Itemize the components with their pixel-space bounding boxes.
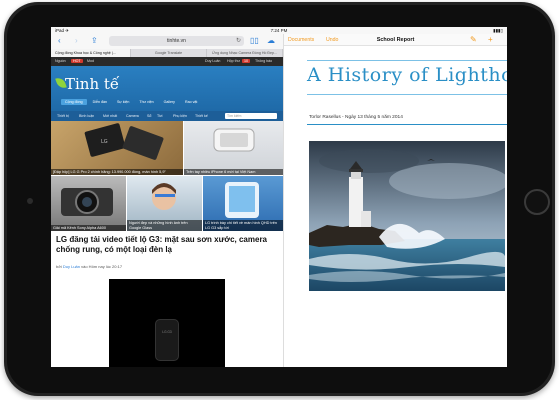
home-button[interactable] [524, 189, 550, 215]
camera-image [61, 188, 113, 216]
featured-item[interactable]: LG trình bày chi tiết về màn hình QHD tr… [203, 176, 283, 231]
forward-icon[interactable]: › [75, 37, 78, 45]
nav-item[interactable]: Rao vặt [181, 99, 201, 105]
safari-toolbar: ‹ › ⇪ tinhte.vn ↻ ▯▯ ☁ [51, 34, 283, 49]
article-byline: bởi Duy Luân vào Hôm nay lúc 20:17 [56, 264, 122, 269]
article-headline[interactable]: LG đăng tải video tiết lộ G3: mặt sau sơ… [56, 235, 278, 255]
cloud-tabs-icon[interactable]: ☁ [267, 37, 275, 45]
site-search-input[interactable]: Tìm kiếm [225, 113, 277, 119]
watch-image: LG G3 [155, 319, 179, 361]
hot-badge: HOT [71, 59, 83, 63]
pages-pane: Documents Undo School Report ✎ + A Histo… [284, 34, 507, 367]
nav-item[interactable]: Gallery [160, 99, 179, 105]
byline-prefix: bởi [56, 264, 62, 269]
topbar-source[interactable]: Nguồn [55, 59, 66, 63]
safari-tab-bar: Cộng đồng Khoa học & Công nghệ |... Goog… [51, 49, 283, 57]
reload-icon[interactable]: ↻ [236, 36, 241, 46]
featured-item[interactable]: LG [Đập hộp] LG G Pro 2 chính hãng: 13.9… [51, 121, 183, 175]
add-icon[interactable]: + [488, 35, 493, 44]
lighthouse-photo [309, 141, 505, 291]
svg-text:LG: LG [101, 139, 108, 145]
featured-caption: Giải mã Kênh Sony Alpha A600 [51, 224, 126, 231]
featured-item[interactable]: Giải mã Kênh Sony Alpha A600 [51, 176, 126, 231]
author-rule [307, 124, 507, 125]
subnav-item[interactable]: Thiết kế [195, 114, 208, 118]
topbar-mod[interactable]: Mod [87, 59, 94, 63]
site-subnav: Thiết bị Bình luận Mới nhất Camera Sổ Ti… [51, 111, 283, 121]
nav-item[interactable]: Diễn đàn [89, 99, 111, 105]
site-header: Tinh tế Cộng đồng Diễn đàn Sự kiện Thư v… [51, 66, 283, 111]
watch-text: LG G3 [162, 330, 172, 334]
nav-item[interactable]: Sự kiện [113, 99, 133, 105]
url-text: tinhte.vn [167, 38, 186, 44]
url-field[interactable]: tinhte.vn ↻ [109, 36, 244, 46]
featured-grid: LG [Đập hộp] LG G Pro 2 chính hãng: 13.9… [51, 121, 283, 231]
subnav-item[interactable]: Sổ [147, 114, 151, 118]
featured-item[interactable]: Người đẹp và những hình ảnh trên Google … [127, 176, 202, 231]
status-time: 7:24 PM [270, 28, 288, 33]
site-nav: Cộng đồng Diễn đàn Sự kiện Thư viện Gall… [61, 99, 201, 105]
subnav-item[interactable]: Phụ kiện [173, 114, 187, 118]
site-logo[interactable]: Tinh tế [65, 75, 119, 93]
topbar-notify[interactable]: Thông báo [255, 59, 272, 63]
byline-suffix: vào Hôm nay lúc 20:17 [81, 264, 123, 269]
iphone-image [213, 128, 255, 152]
back-icon[interactable]: ‹ [58, 37, 61, 45]
featured-caption: LG trình bày chi tiết về màn hình QHD tr… [203, 220, 283, 231]
tools-icon[interactable]: ✎ [470, 35, 477, 44]
nav-item[interactable]: Cộng đồng [61, 99, 87, 105]
topbar-user[interactable]: Duy Luân [205, 59, 220, 63]
title-rule-top [307, 60, 507, 61]
safari-pane: ‹ › ⇪ tinhte.vn ↻ ▯▯ ☁ Cộng đồng Khoa họ… [51, 34, 284, 367]
featured-item[interactable]: Trên tay nhiều iPhone 6 mới tại Việt Nam [184, 121, 283, 175]
front-camera [27, 198, 33, 204]
lg-box-image: LG [84, 123, 164, 160]
featured-caption: [Đập hộp] LG G Pro 2 chính hãng: 13.990.… [51, 168, 183, 175]
title-rule-bottom [307, 94, 507, 95]
featured-caption: Người đẹp và những hình ảnh trên Google … [127, 220, 202, 231]
share-icon[interactable]: ⇪ [91, 37, 98, 45]
byline-author[interactable]: Duy Luân [63, 264, 80, 269]
nav-item[interactable]: Thư viện [135, 99, 157, 105]
topbar-inbox[interactable]: Hộp thư [227, 59, 240, 63]
subnav-item[interactable]: Thiết bị [57, 114, 69, 118]
tab-google-translate[interactable]: Google Translate [131, 49, 207, 57]
subnav-item[interactable]: Mới nhất [103, 114, 117, 118]
tab-tinhte[interactable]: Cộng đồng Khoa học & Công nghệ |... [51, 49, 131, 57]
article-video[interactable]: LG G3 [109, 279, 225, 367]
pages-toolbar: Documents Undo School Report ✎ + [284, 34, 507, 46]
document-title[interactable]: A History of Lighthouses [307, 64, 507, 86]
subnav-item[interactable]: Bình luận [79, 114, 94, 118]
site-top-bar: Nguồn HOT Mod Duy Luân Hộp thư 10 Thông … [51, 57, 283, 66]
lighthouse-image[interactable] [309, 141, 505, 291]
document-author-line[interactable]: Torlor Rasellus - Ngày 13 tháng 5 năm 20… [309, 115, 403, 120]
subnav-item[interactable]: Tivi [157, 114, 162, 118]
status-bar: iPad ✈ 7:24 PM ▮▮▮▯ [51, 27, 507, 34]
subnav-item[interactable]: Camera [126, 114, 139, 118]
featured-caption: Trên tay nhiều iPhone 6 mới tại Việt Nam [184, 168, 283, 175]
bookmarks-icon[interactable]: ▯▯ [250, 37, 259, 45]
tab-app-store[interactable]: Ứng dụng Nhạc Camera Đồng Hồ Đẹp... [207, 49, 283, 57]
inbox-count-badge: 10 [242, 59, 250, 63]
ipad-screen: iPad ✈ 7:24 PM ▮▮▮▯ ‹ › ⇪ tinhte.vn ↻ ▯▯… [51, 27, 507, 367]
